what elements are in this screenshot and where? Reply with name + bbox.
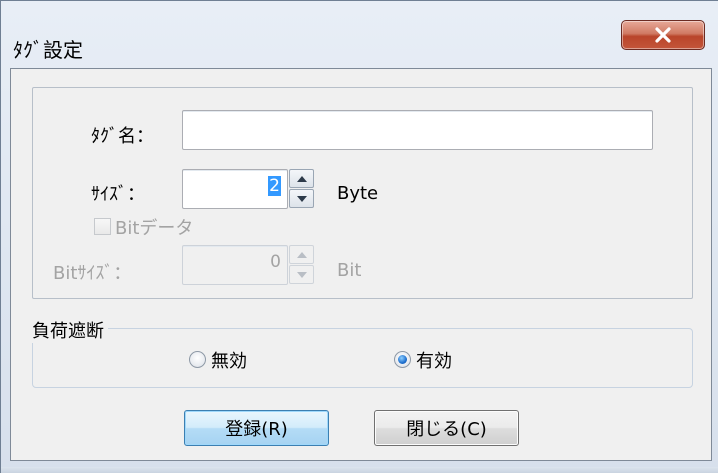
bit-size-unit: Bit [337, 260, 362, 281]
bit-data-label: Bitデータ [115, 218, 194, 239]
size-unit: Byte [337, 183, 379, 204]
size-spin-down-button[interactable] [289, 189, 314, 208]
load-cut-disabled-radio[interactable] [189, 351, 206, 368]
bit-size-spin-down-button[interactable] [289, 265, 314, 284]
load-cut-disabled-label: 無効 [211, 351, 247, 372]
triangle-down-icon [296, 271, 307, 278]
bit-size-spinner[interactable] [289, 245, 314, 285]
load-cut-legend: 負荷遮断 [32, 317, 108, 343]
tag-name-label: ﾀｸﾞ名： [91, 126, 154, 147]
triangle-down-icon [296, 195, 307, 202]
bit-size-spin-up-button[interactable] [289, 245, 314, 264]
close-button[interactable]: 閉じる(C) [374, 410, 519, 446]
window-title: ﾀｸﾞ設定 [13, 38, 83, 62]
load-cut-enabled-label: 有効 [416, 351, 452, 372]
load-cut-enabled-radio[interactable] [394, 351, 411, 368]
bit-size-label: Bitｻｲｽﾞ： [53, 263, 132, 284]
size-label: ｻｲｽﾞ： [91, 184, 145, 205]
dialog-window: ﾀｸﾞ設定 ﾀｸﾞ名： ｻｲｽﾞ： 2 Byte Bitデータ Bitｻｲｽﾞ： [0, 0, 718, 473]
size-spinner[interactable] [289, 169, 314, 209]
radio-selected-dot [398, 355, 407, 364]
bit-data-checkbox[interactable] [94, 218, 111, 235]
size-spin-up-button[interactable] [289, 169, 314, 188]
register-button[interactable]: 登録(R) [184, 410, 329, 446]
close-window-button[interactable] [621, 20, 705, 50]
bit-size-value: 0 [270, 252, 281, 272]
bit-size-input[interactable]: 0 [182, 245, 288, 285]
close-x-icon [655, 27, 671, 43]
size-input[interactable]: 2 [182, 169, 288, 209]
triangle-up-icon [296, 175, 307, 182]
tag-name-input[interactable] [182, 110, 653, 150]
size-value: 2 [268, 176, 281, 196]
dialog-body: ﾀｸﾞ名： ｻｲｽﾞ： 2 Byte Bitデータ Bitｻｲｽﾞ： 0 Bit… [10, 68, 712, 461]
load-cut-group [32, 328, 693, 388]
triangle-up-icon [296, 251, 307, 258]
